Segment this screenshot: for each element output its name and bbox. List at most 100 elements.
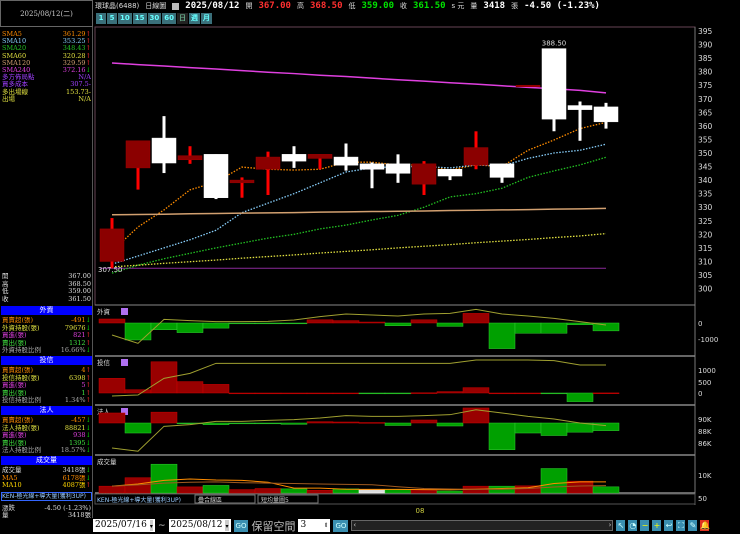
chart-type: 日線圖 <box>145 2 167 10</box>
low-label: 低 <box>348 2 356 10</box>
go-button[interactable]: GO <box>233 519 249 532</box>
y-tick-label: 300 <box>698 285 713 294</box>
y-tick-label: 305 <box>698 271 713 280</box>
y-tick-label: 395 <box>698 27 713 36</box>
undo-icon[interactable]: ↩ <box>664 520 674 531</box>
y-tick-label: 375 <box>698 81 713 90</box>
candle-body <box>593 106 619 123</box>
info-row: 外資持股比例 16.66%↓ <box>2 346 91 354</box>
reserve-space-label: 保留空間 <box>251 519 296 533</box>
y-tick-label: 90K <box>698 416 712 424</box>
dropdown-arrow-icon[interactable]: ▾ <box>149 520 153 531</box>
overlay-dropdown-value: 疊合線區 <box>198 496 222 504</box>
y-tick-label: 365 <box>698 108 713 117</box>
indicator-bar <box>540 468 568 494</box>
candle-body <box>99 228 125 262</box>
indicator-bar <box>514 422 542 434</box>
zoom-in-icon[interactable]: + <box>652 520 662 531</box>
y-tick-label: 335 <box>698 190 713 199</box>
period-button[interactable]: 月 <box>201 13 212 24</box>
chart-canvas[interactable]: 3953903853803753703653603553503453403353… <box>0 0 740 533</box>
period-button[interactable]: 15 <box>132 13 147 24</box>
section-header: 外資 <box>1 306 92 315</box>
strategy-selector[interactable]: KEN-極光線+導大量(獲利3UP) <box>97 496 181 504</box>
panel-menu-icon[interactable] <box>121 308 128 315</box>
start-date-input[interactable]: 2025/07/16 ▾ <box>93 519 155 532</box>
indicator-bar <box>124 322 152 341</box>
scroll-left-icon[interactable]: ‹ <box>353 521 356 530</box>
end-date-input[interactable]: 2025/08/12 ▾ <box>168 519 231 532</box>
scroll-right-icon[interactable]: › <box>609 521 612 530</box>
fullscreen-icon[interactable]: ⛶ <box>676 520 686 531</box>
candle-body <box>333 156 359 166</box>
strategy-label[interactable]: KEN-極光線+導大量(獲利3UP) <box>1 492 92 501</box>
indicator-bar <box>228 392 256 395</box>
spinner-icon[interactable]: ⇕ <box>323 519 328 532</box>
indicator-bar <box>514 392 542 395</box>
cursor-icon[interactable]: ↖ <box>616 520 626 531</box>
panel-menu-icon[interactable] <box>121 359 128 366</box>
alert-bell-icon[interactable]: 🔔 <box>700 520 710 531</box>
indicator-bar <box>176 381 204 394</box>
indicator-bar <box>462 387 490 394</box>
indicator-bar <box>98 318 126 324</box>
period-button[interactable]: 1 <box>96 13 106 24</box>
candle-body <box>177 155 203 161</box>
indicator-bar <box>306 421 334 424</box>
indicator-bar <box>98 485 126 494</box>
indicator-bar <box>202 322 230 329</box>
candle-body <box>359 163 385 170</box>
ma-line-sma60 <box>111 232 607 268</box>
info-value: 1.34% <box>64 396 86 404</box>
indicator-bar <box>384 392 412 395</box>
draw-icon[interactable]: ✎ <box>688 520 698 531</box>
info-label: 投信持股比例 <box>2 396 41 404</box>
indicator-bar <box>280 488 308 494</box>
indicator-bar <box>540 392 568 395</box>
zoom-out-icon[interactable]: − <box>640 520 650 531</box>
clock-icon[interactable]: ◔ <box>628 520 638 531</box>
period-button[interactable]: 日 <box>177 13 188 24</box>
y-tick-label: 385 <box>698 54 713 63</box>
info-row: MA10 4087張↑ <box>2 481 91 489</box>
info-row: 投信持股比例 1.34%↑ <box>2 396 91 404</box>
reserve-space-input[interactable]: 3 ⇕ <box>298 519 331 532</box>
info-value: 16.66% <box>60 346 86 354</box>
indicator-bar <box>202 485 230 494</box>
change-value: -4.50 (-1.23%) <box>524 1 600 11</box>
ma-line-sma5 <box>111 121 607 252</box>
stock-name: 環球晶(6488) <box>95 2 140 10</box>
period-button[interactable]: 週 <box>189 13 200 24</box>
volume-value: 3418 <box>483 1 506 11</box>
indicator-bar <box>488 392 516 395</box>
indicator-bar <box>150 322 178 330</box>
dropdown-arrow-icon[interactable]: ▾ <box>225 520 229 531</box>
candle-body <box>437 169 463 177</box>
y-tick-label: 345 <box>698 163 713 172</box>
period-button[interactable]: 10 <box>118 13 132 24</box>
calendar-icon[interactable] <box>172 2 180 10</box>
period-button[interactable]: 60 <box>162 13 176 24</box>
open-label: 開 <box>245 2 253 10</box>
ma-line-sma10 <box>111 143 607 265</box>
candle-body <box>541 48 567 120</box>
go-button-2[interactable]: GO <box>333 519 349 532</box>
indicator-bar <box>592 486 620 494</box>
indicator-bar <box>202 422 230 425</box>
volume-unit: 張 <box>511 2 519 10</box>
period-button[interactable]: 30 <box>147 13 162 24</box>
y-tick-label: 340 <box>698 176 713 185</box>
indicator-bar <box>176 486 204 494</box>
volume-row: 量 3418張 <box>2 511 91 519</box>
horizontal-scrollbar[interactable]: ‹ › <box>351 520 614 531</box>
volume-value: 3418張 <box>67 511 91 519</box>
period-button[interactable]: 5 <box>107 13 117 24</box>
info-value: N/A <box>78 94 91 103</box>
candle-body <box>229 179 255 184</box>
info-row: 出場 N/A <box>2 95 91 103</box>
indicator-bar <box>540 422 568 436</box>
indicator-bar <box>410 419 438 424</box>
indicator-bar <box>228 422 256 425</box>
ohlc-label: 收 <box>2 294 9 303</box>
indicator-bar <box>540 322 568 334</box>
